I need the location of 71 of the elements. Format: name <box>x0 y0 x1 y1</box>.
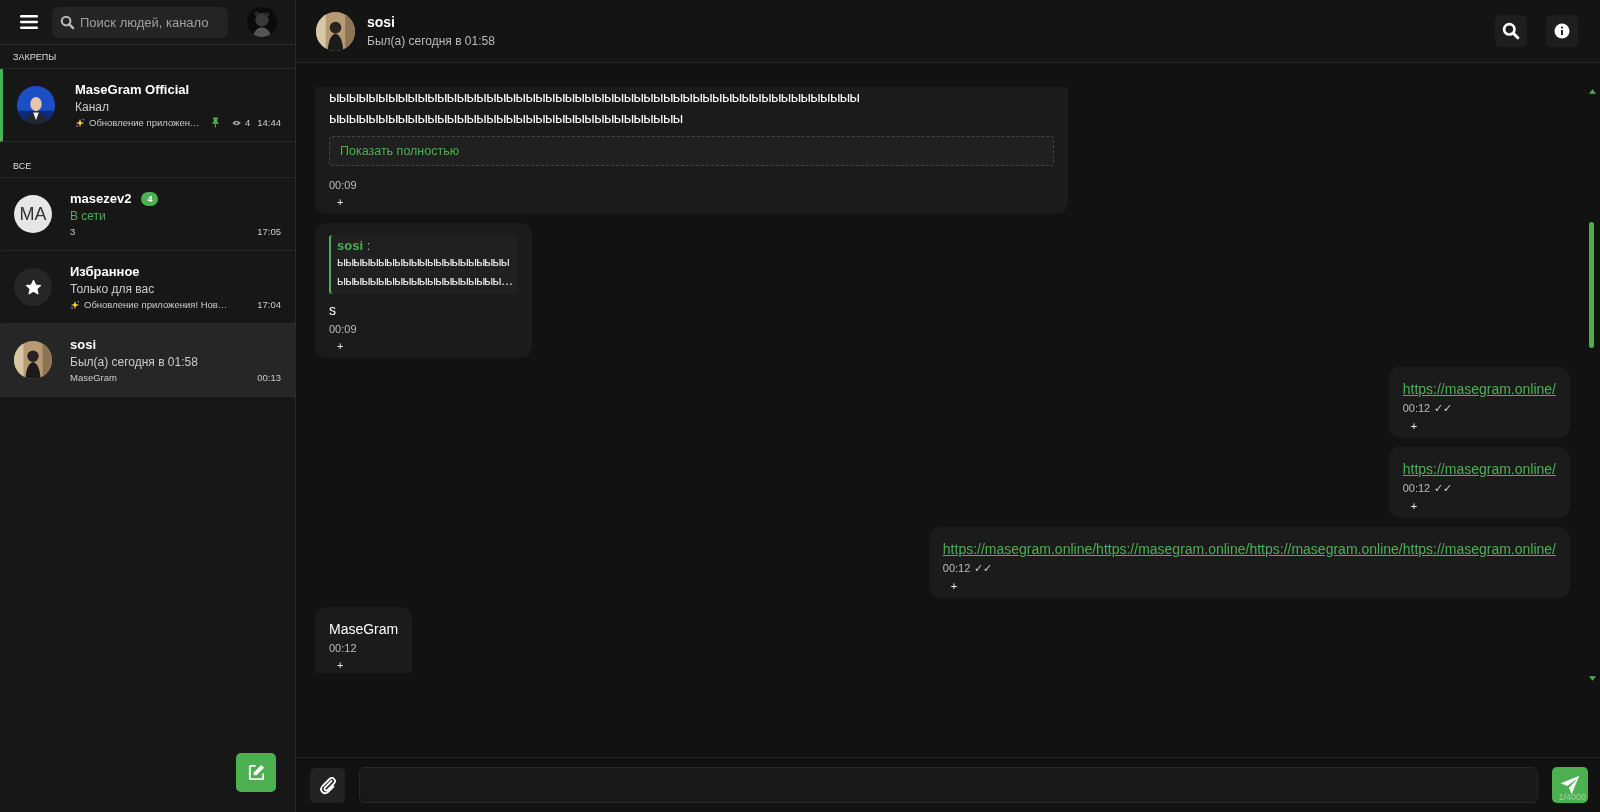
info-icon <box>1554 23 1570 39</box>
add-reaction-button[interactable]: + <box>1402 418 1426 434</box>
message-link[interactable]: https://masegram.online/https://masegram.online/https://masegram.online/https://masegram.online/ <box>942 539 1556 559</box>
section-title: ЗАКРЕПЫ <box>0 45 295 69</box>
chat-name: sosi <box>70 337 96 352</box>
message-preview: 3 <box>70 226 76 237</box>
character-counter: 1/4000 <box>1558 792 1586 802</box>
reply-text: ыыыыыыыыыыыыыыыыыыыы… <box>337 273 513 290</box>
profile-avatar[interactable] <box>247 7 277 37</box>
message-text: ыыыыыыыыыыыыыыыыыыыыыыыыыыыыыыыыыыыы <box>329 109 683 128</box>
read-ticks: ✓✓ <box>1434 402 1453 415</box>
chat-item[interactable]: sosi Был(а) сегодня в 01:58 MaseGram 00:13 <box>0 324 295 397</box>
message-link[interactable]: https://masegram.online/ <box>1402 379 1556 399</box>
add-reaction-button[interactable]: + <box>942 578 966 594</box>
message-time: 00:12 <box>1402 402 1431 415</box>
read-ticks: ✓✓ <box>974 562 993 575</box>
chat-time: 00:13 <box>257 372 281 383</box>
chat-time: 17:04 <box>257 299 281 310</box>
message-preview: Обновление приложения! Нов… <box>84 299 228 310</box>
edit-icon <box>246 763 266 782</box>
paperclip-icon <box>317 775 338 795</box>
reply-author: sosi <box>337 238 363 253</box>
chat-time: 14:44 <box>257 117 281 128</box>
add-reaction-button[interactable]: + <box>329 194 352 210</box>
add-reaction-button[interactable]: + <box>329 657 352 673</box>
read-ticks: ✓✓ <box>1434 482 1453 495</box>
initials-avatar: MA <box>14 195 52 233</box>
chat-status: Только для вас <box>70 282 156 296</box>
chat-item[interactable]: MA masezev2 4 В сети 3 17:05 <box>0 178 295 251</box>
unread-count: 4 <box>141 191 159 206</box>
message-link[interactable]: https://masegram.online/ <box>1402 459 1556 479</box>
reply-quote[interactable]: sosi : ыыыыыыыыыыыыыыыыыыыыы ыыыыыыыыыыыыыыыыыыыы… <box>329 235 519 294</box>
view-count: 4 <box>244 117 251 128</box>
search-icon <box>1502 22 1520 40</box>
info-button[interactable] <box>1546 15 1578 47</box>
section-title: ВСЕ <box>0 154 295 178</box>
add-reaction-button[interactable]: + <box>329 338 352 354</box>
chat-time: 17:05 <box>257 226 281 237</box>
chat-status: В сети <box>70 209 107 223</box>
message-time: 00:09 <box>329 179 357 191</box>
message-time: 00:12 <box>942 562 971 575</box>
caret-down-icon[interactable] <box>1588 676 1596 681</box>
caret-up-icon[interactable] <box>1588 89 1596 94</box>
reply-text: ыыыыыыыыыыыыыыыыыыыыы <box>337 254 510 271</box>
chat-name: masezev2 <box>70 191 132 206</box>
message-text: MaseGram <box>329 620 399 639</box>
reply-separator: : <box>366 238 371 253</box>
message-time: 00:12 <box>329 642 357 654</box>
chat-item[interactable]: MaseGram Official Канал Обновление приложен… 4 14:44 <box>0 69 295 142</box>
add-reaction-button[interactable]: + <box>1402 498 1426 514</box>
message-text: s <box>329 301 336 320</box>
message-preview: Обновление приложен… <box>89 117 200 128</box>
chat-status: Канал <box>75 100 110 114</box>
show-more-button[interactable]: Показать полностью <box>329 136 1054 166</box>
eye-icon <box>231 119 241 126</box>
search-field[interactable]: Поиск людей, канало <box>52 6 228 38</box>
menu-button[interactable] <box>18 12 40 32</box>
attach-button[interactable] <box>310 767 345 803</box>
send-button[interactable] <box>1552 767 1588 803</box>
contact-status: Был(а) сегодня в 01:58 <box>367 34 496 48</box>
menu-icon <box>20 14 38 30</box>
message-text: ыыыыыыыыыыыыыыыыыыыыыыыыыыыыыыыыыыыыыыыыыыыыыыыыыыыыыы <box>329 88 860 107</box>
chat-name: Избранное <box>70 264 140 279</box>
message-time: 00:09 <box>329 323 357 335</box>
chat-status: Был(а) сегодня в 01:58 <box>70 355 199 369</box>
message-preview: MaseGram <box>70 372 117 383</box>
search-button[interactable] <box>1495 15 1527 47</box>
contact-name: sosi <box>367 14 396 30</box>
compose-button[interactable] <box>236 753 276 792</box>
message-time: 00:12 <box>1402 482 1431 495</box>
chat-name: MaseGram Official <box>75 82 190 97</box>
